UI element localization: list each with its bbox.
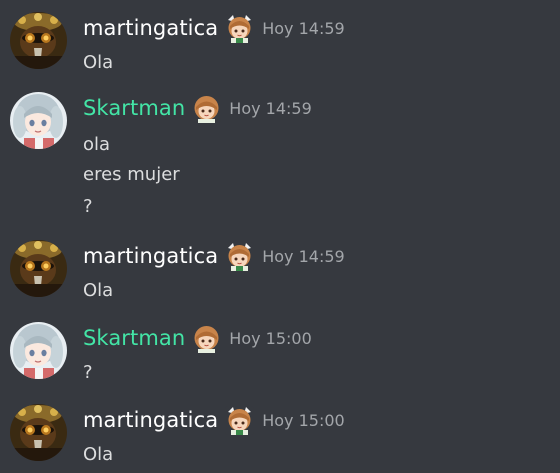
timestamp[interactable]: Hoy 14:59 <box>262 247 344 266</box>
timestamp[interactable]: Hoy 15:00 <box>262 411 344 430</box>
profile-avatar-steampunk-icon <box>10 240 67 297</box>
avatar[interactable] <box>10 240 67 297</box>
message-text: Ola <box>83 280 114 301</box>
message-text: ? <box>83 362 93 383</box>
message-text: eres mujer <box>83 164 180 185</box>
username[interactable]: Skartman <box>83 96 185 120</box>
avatar[interactable] <box>10 322 67 379</box>
timestamp[interactable]: Hoy 15:00 <box>229 329 311 348</box>
message-text: Ola <box>83 52 114 73</box>
profile-avatar-steampunk-icon <box>10 404 67 461</box>
anime-girl-emoji-icon <box>192 93 222 123</box>
username[interactable]: martingatica <box>83 408 218 432</box>
timestamp[interactable]: Hoy 14:59 <box>229 99 311 118</box>
message-text: ? <box>83 196 93 217</box>
anime-girl-emoji-icon <box>225 241 255 271</box>
message-header: Skartman Hoy 14:59 <box>83 92 312 124</box>
avatar[interactable] <box>10 12 67 69</box>
profile-avatar-steampunk-icon <box>10 12 67 69</box>
profile-avatar-anime-girl-icon <box>10 322 67 379</box>
message-text: Ola <box>83 444 114 465</box>
message-header: Skartman Hoy 15:00 <box>83 322 312 354</box>
username[interactable]: Skartman <box>83 326 185 350</box>
message-header: martingatica Hoy 14:59 <box>83 12 345 44</box>
username[interactable]: martingatica <box>83 16 218 40</box>
anime-girl-emoji-icon <box>225 13 255 43</box>
timestamp[interactable]: Hoy 14:59 <box>262 19 344 38</box>
profile-avatar-anime-girl-icon <box>10 92 67 149</box>
avatar[interactable] <box>10 404 67 461</box>
avatar[interactable] <box>10 92 67 149</box>
message-text: ola <box>83 134 111 155</box>
message-header: martingatica Hoy 14:59 <box>83 240 345 272</box>
username[interactable]: martingatica <box>83 244 218 268</box>
message-header: martingatica Hoy 15:00 <box>83 404 345 436</box>
anime-girl-emoji-icon <box>192 323 222 353</box>
anime-girl-emoji-icon <box>225 405 255 435</box>
